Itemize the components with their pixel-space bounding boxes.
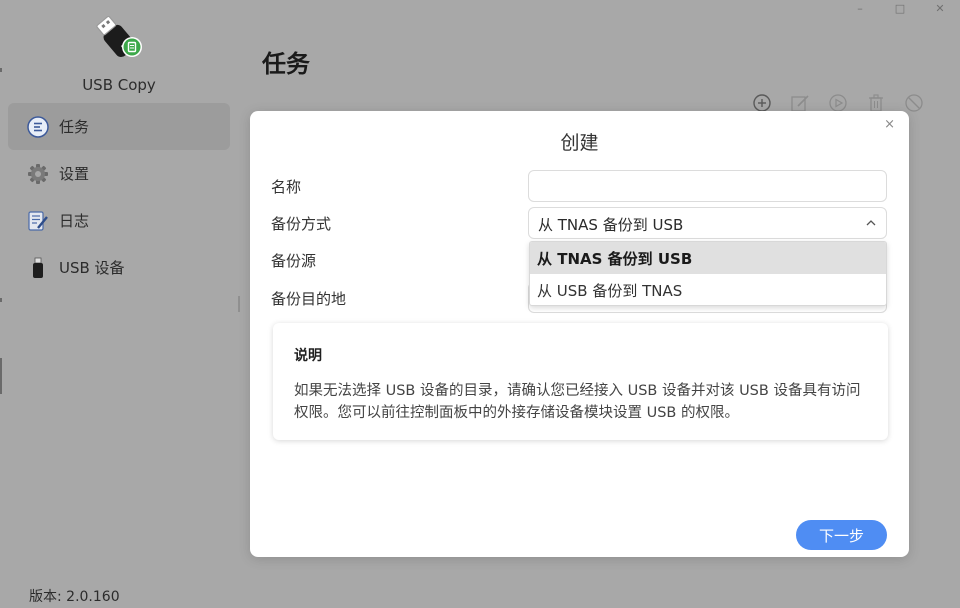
sidebar-item-settings[interactable]: 设置 [8, 150, 230, 197]
create-task-dialog: × 创建 名称 备份方式 从 TNAS 备份到 USB 备份源 备份目的地 从 … [250, 111, 909, 557]
trash-icon[interactable] [866, 93, 886, 113]
sidebar-item-usb-devices[interactable]: USB 设备 [8, 244, 230, 291]
backup-method-dropdown: 从 TNAS 备份到 USB 从 USB 备份到 TNAS [529, 241, 887, 306]
backup-method-label: 备份方式 [271, 215, 332, 233]
gear-icon [27, 163, 49, 185]
backup-method-value: 从 TNAS 备份到 USB [538, 216, 684, 234]
edge-marker [0, 298, 2, 302]
window-close-button[interactable]: ✕ [920, 0, 960, 16]
edge-marker [0, 68, 2, 72]
stop-icon[interactable] [904, 93, 924, 113]
name-label: 名称 [271, 178, 302, 196]
app-name: USB Copy [82, 76, 156, 94]
app-version: 版本: 2.0.160 [29, 589, 120, 605]
edit-icon[interactable] [790, 93, 810, 113]
dropdown-option-tnas-to-usb[interactable]: 从 TNAS 备份到 USB [530, 242, 886, 274]
name-input[interactable] [528, 170, 887, 202]
sidebar-item-label: 设置 [59, 165, 90, 183]
sidebar-item-label: USB 设备 [59, 259, 125, 277]
chevron-up-icon [866, 220, 876, 226]
info-title: 说明 [294, 348, 322, 364]
backup-source-label: 备份源 [271, 252, 317, 270]
minimize-button[interactable]: – [840, 0, 880, 16]
play-icon[interactable] [828, 93, 848, 113]
sidebar-item-tasks[interactable]: 任务 [8, 103, 230, 150]
info-text: 如果无法选择 USB 设备的目录，请确认您已经接入 USB 设备并对该 USB … [294, 383, 861, 421]
edge-marker [0, 358, 2, 394]
usb-drive-icon [27, 257, 49, 279]
window-controls: – □ ✕ [840, 0, 960, 16]
next-button[interactable]: 下一步 [796, 520, 887, 550]
sidebar-resize-handle[interactable] [238, 296, 240, 312]
backup-method-select[interactable]: 从 TNAS 备份到 USB [528, 207, 887, 239]
maximize-button[interactable]: □ [880, 0, 920, 16]
sidebar-item-label: 任务 [59, 118, 90, 136]
backup-destination-label: 备份目的地 [271, 290, 347, 308]
sidebar-item-label: 日志 [59, 212, 90, 230]
sidebar: USB Copy 任务 设置 日志 USB 设备 版本: 2.0.160 [0, 0, 240, 608]
task-toolbar [752, 93, 942, 113]
info-card: 说明 如果无法选择 USB 设备的目录，请确认您已经接入 USB 设备并对该 U… [273, 323, 888, 440]
page-title: 任务 [262, 50, 310, 78]
dropdown-option-usb-to-tnas[interactable]: 从 USB 备份到 TNAS [530, 274, 886, 305]
sidebar-nav: 任务 设置 日志 USB 设备 [8, 103, 230, 291]
log-icon [27, 210, 49, 232]
add-icon[interactable] [752, 93, 772, 113]
list-icon [27, 115, 49, 138]
dialog-title: 创建 [560, 132, 599, 154]
sidebar-item-logs[interactable]: 日志 [8, 197, 230, 244]
usb-copy-logo-icon [96, 15, 142, 58]
